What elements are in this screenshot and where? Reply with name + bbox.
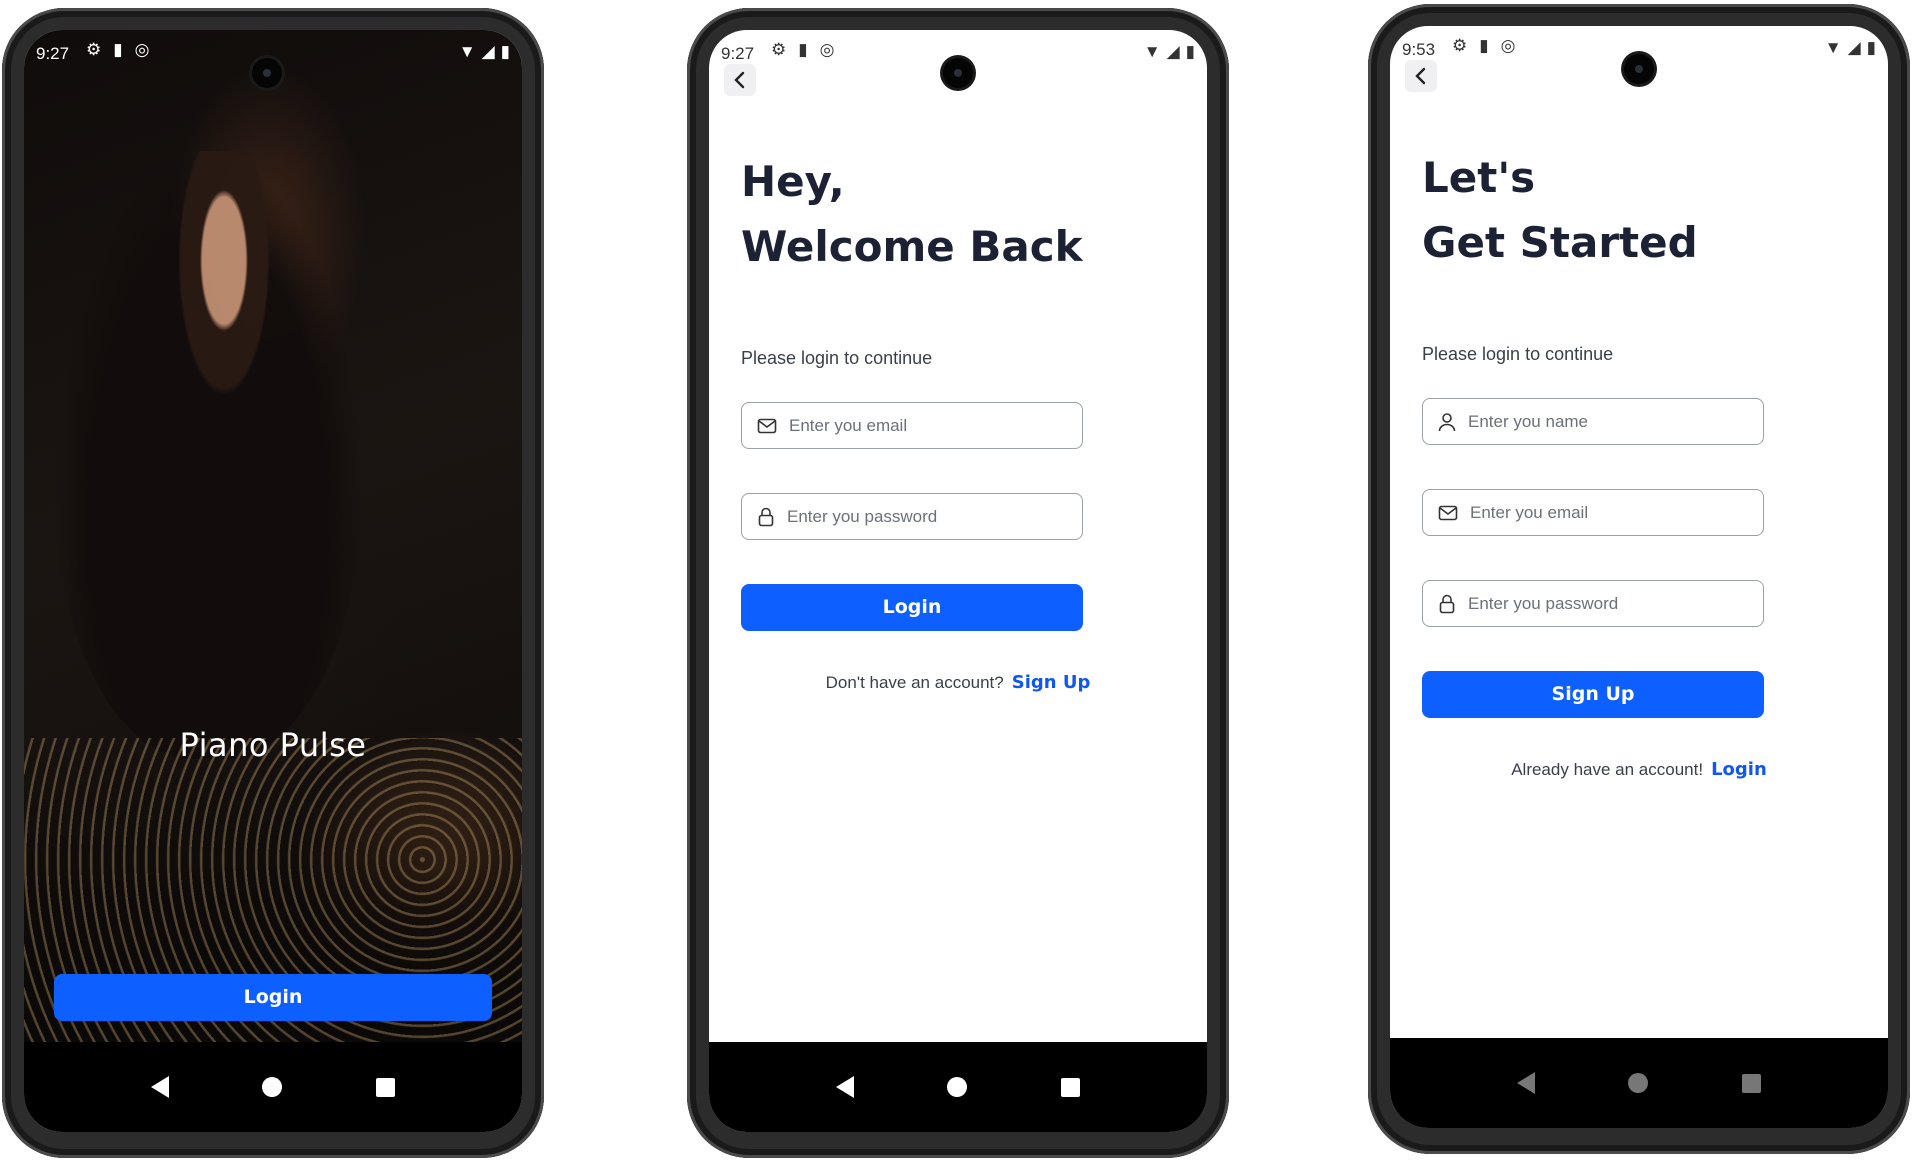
- lock-icon: [758, 507, 774, 526]
- heading-line-2: Get Started: [1422, 218, 1698, 267]
- camera-cutout: [1624, 54, 1654, 84]
- heading-line-1: Hey,: [741, 157, 845, 206]
- sd-card-icon: ▮: [798, 40, 808, 59]
- wifi-icon: ▼: [1824, 38, 1842, 57]
- gear-icon: ⚙: [771, 40, 787, 59]
- nav-recents-icon[interactable]: [376, 1077, 396, 1097]
- nav-back-icon[interactable]: [1516, 1072, 1535, 1094]
- name-field[interactable]: [1422, 398, 1764, 445]
- nav-bar: [1390, 1038, 1888, 1128]
- nav-home-icon[interactable]: [947, 1077, 968, 1097]
- subtitle: Please login to continue: [741, 348, 933, 368]
- nav-bar: [709, 1042, 1207, 1132]
- login-prompt: Already have an account! Login: [1390, 759, 1888, 780]
- battery-icon: ▮: [1866, 38, 1876, 57]
- signup-prompt-text: Don't have an account?: [825, 673, 1004, 692]
- email-input[interactable]: [1468, 501, 1732, 524]
- password-input[interactable]: [785, 505, 1049, 528]
- at-sign-icon: ◎: [134, 40, 150, 59]
- chevron-left-icon: [734, 71, 745, 89]
- nav-home-icon[interactable]: [262, 1077, 283, 1097]
- battery-icon: ▮: [1185, 42, 1195, 61]
- lock-icon: [1439, 594, 1455, 613]
- email-field[interactable]: [741, 402, 1083, 449]
- login-button[interactable]: Login: [741, 584, 1083, 631]
- signal-icon: ◢: [1847, 38, 1861, 57]
- at-sign-icon: ◎: [1500, 36, 1516, 55]
- login-prompt-text: Already have an account!: [1511, 760, 1704, 779]
- password-input[interactable]: [1466, 592, 1730, 615]
- wifi-icon: ▼: [458, 42, 476, 61]
- nav-home-icon[interactable]: [1628, 1073, 1649, 1093]
- camera-cutout: [943, 58, 973, 88]
- heading-line-2: Welcome Back: [741, 222, 1083, 271]
- status-time: 9:27: [721, 44, 755, 63]
- chevron-left-icon: [1415, 67, 1426, 85]
- welcome-screen: 9:27 ⚙ ▮ ◎ ▼ ◢ ▮ Piano Pulse Login: [24, 30, 522, 1132]
- signal-icon: ◢: [481, 42, 495, 61]
- back-button[interactable]: [1405, 60, 1437, 92]
- subtitle: Please login to continue: [1422, 344, 1614, 364]
- mail-icon: [1438, 505, 1458, 520]
- login-screen: 9:27 ⚙ ▮ ◎ ▼ ◢ ▮ Hey, Welcome Back Pleas…: [709, 30, 1207, 1132]
- sd-card-icon: ▮: [113, 40, 123, 59]
- phone-frame: 9:53 ⚙ ▮ ◎ ▼ ◢ ▮ Let's Get Started Pleas…: [1368, 4, 1910, 1154]
- phone-frame: 9:27 ⚙ ▮ ◎ ▼ ◢ ▮ Piano Pulse Login: [2, 8, 544, 1158]
- login-scene: 9:27 ⚙ ▮ ◎ ▼ ◢ ▮ Hey, Welcome Back Pleas…: [683, 0, 1229, 1164]
- name-input[interactable]: [1466, 410, 1730, 433]
- heading-line-1: Let's: [1422, 153, 1536, 202]
- nav-back-icon[interactable]: [150, 1076, 169, 1098]
- sd-card-icon: ▮: [1479, 36, 1489, 55]
- battery-icon: ▮: [500, 42, 510, 61]
- hero-image: [24, 30, 522, 1042]
- nav-recents-icon[interactable]: [1061, 1077, 1081, 1097]
- gear-icon: ⚙: [1452, 36, 1468, 55]
- nav-back-icon[interactable]: [835, 1076, 854, 1098]
- camera-cutout: [252, 58, 282, 88]
- signup-screen: 9:53 ⚙ ▮ ◎ ▼ ◢ ▮ Let's Get Started Pleas…: [1390, 26, 1888, 1128]
- login-link[interactable]: Login: [1711, 759, 1767, 780]
- app-title: Piano Pulse: [179, 726, 367, 764]
- status-time: 9:53: [1402, 40, 1436, 59]
- phone-frame: 9:27 ⚙ ▮ ◎ ▼ ◢ ▮ Hey, Welcome Back Pleas…: [687, 8, 1229, 1158]
- at-sign-icon: ◎: [819, 40, 835, 59]
- mail-icon: [757, 418, 777, 433]
- nav-recents-icon[interactable]: [1742, 1073, 1762, 1093]
- signup-link[interactable]: Sign Up: [1012, 672, 1091, 693]
- signup-scene: 9:53 ⚙ ▮ ◎ ▼ ◢ ▮ Let's Get Started Pleas…: [1368, 0, 1913, 1164]
- gear-icon: ⚙: [86, 40, 102, 59]
- status-time: 9:27: [36, 44, 70, 63]
- user-icon: [1438, 412, 1456, 431]
- nav-bar: [24, 1042, 522, 1132]
- wifi-icon: ▼: [1143, 42, 1161, 61]
- signal-icon: ◢: [1166, 42, 1180, 61]
- email-field[interactable]: [1422, 489, 1764, 536]
- login-button[interactable]: Login: [54, 974, 492, 1021]
- welcome-scene: 9:27 ⚙ ▮ ◎ ▼ ◢ ▮ Piano Pulse Login: [0, 0, 545, 1164]
- password-field[interactable]: [741, 493, 1083, 540]
- email-input[interactable]: [787, 414, 1051, 437]
- back-button[interactable]: [724, 64, 756, 96]
- signup-button[interactable]: Sign Up: [1422, 671, 1764, 718]
- signup-prompt: Don't have an account? Sign Up: [709, 672, 1207, 693]
- pianist-figure: [53, 151, 363, 759]
- password-field[interactable]: [1422, 580, 1764, 627]
